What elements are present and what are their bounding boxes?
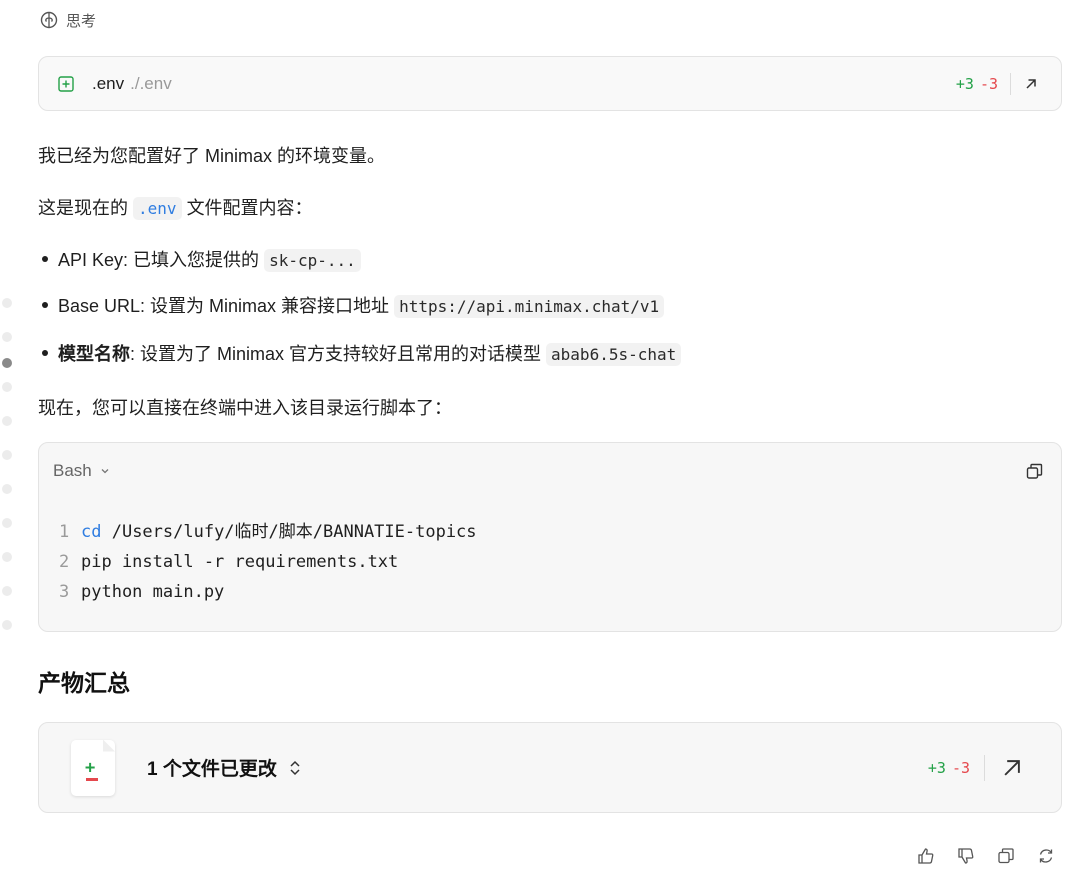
- files-changed-title[interactable]: 1 个文件已更改: [147, 754, 277, 781]
- thinking-label: 思考: [66, 12, 97, 30]
- message-actions: [916, 846, 1056, 866]
- plus-sign: +: [85, 757, 96, 778]
- section-heading: 产物汇总: [38, 670, 130, 696]
- thumbs-up-icon[interactable]: [916, 846, 936, 866]
- minus-bar: [86, 777, 98, 781]
- bullet-dot: [42, 256, 48, 263]
- language-selector[interactable]: Bash: [53, 461, 110, 481]
- intro-message: 我已经为您配置好了 Minimax 的环境变量。: [38, 146, 386, 166]
- bullet-text: : 已填入您提供的: [123, 250, 260, 270]
- lines-removed: -3: [979, 74, 998, 93]
- scroll-dot[interactable]: [2, 552, 12, 562]
- scroll-dot-active[interactable]: [2, 358, 12, 368]
- config-message: 这是现在的 .env 文件配置内容：: [38, 194, 313, 220]
- inline-code: abab6.5s-chat: [546, 343, 682, 366]
- copy-icon[interactable]: [1026, 463, 1043, 480]
- list-item: 模型名称: 设置为了 Minimax 官方支持较好且常用的对话模型 abab6.…: [42, 340, 682, 366]
- code-text: python main.py: [81, 582, 225, 602]
- scroll-dot[interactable]: [2, 416, 12, 426]
- bullet-text: : 设置为 Minimax 兼容接口地址: [140, 296, 390, 316]
- scroll-dot[interactable]: [2, 518, 12, 528]
- bullet-label: API Key: [58, 250, 124, 270]
- inline-code: https://api.minimax.chat/v1: [394, 295, 665, 318]
- bullet-dot: [42, 302, 48, 309]
- code-line: 1 cd /Users/lufy/临时/脚本/BANNATIE-topics: [59, 517, 477, 547]
- code-keyword: cd: [81, 522, 102, 542]
- lines-added: +3: [927, 758, 946, 777]
- chevron-up-down-icon[interactable]: [289, 759, 301, 777]
- inline-code: .env: [133, 197, 182, 220]
- bullet-dot: [42, 350, 48, 357]
- scroll-dot[interactable]: [2, 586, 12, 596]
- list-item: Base URL: 设置为 Minimax 兼容接口地址 https://api…: [42, 292, 665, 318]
- bullet-label: 模型名称: [58, 344, 130, 364]
- code-text: pip install -r requirements.txt: [81, 552, 399, 572]
- scroll-dot[interactable]: [2, 298, 12, 308]
- file-diff-icon: +: [71, 739, 115, 796]
- scroll-indicator[interactable]: [2, 298, 14, 654]
- inline-code: sk-cp-...: [264, 249, 361, 272]
- chat-page: 思考 .env ./.env +3 -3 我已经为您配置好了 Minimax 的…: [0, 0, 1080, 878]
- code-line: 3 python main.py: [59, 577, 477, 607]
- divider: [1010, 72, 1011, 95]
- page-fold: [103, 739, 115, 752]
- line-number: 1: [59, 522, 70, 542]
- bullet-label: Base URL: [58, 296, 141, 316]
- bullet-text: : 设置为了 Minimax 官方支持较好且常用的对话模型: [130, 344, 542, 364]
- config-suffix: 文件配置内容：: [186, 198, 313, 218]
- scroll-dot[interactable]: [2, 620, 12, 630]
- code-line: 2 pip install -r requirements.txt: [59, 547, 477, 577]
- line-number: 2: [59, 552, 70, 572]
- config-prefix: 这是现在的: [38, 198, 128, 218]
- chevron-down-icon: [101, 469, 109, 474]
- scroll-dot[interactable]: [2, 450, 12, 460]
- code-text: /Users/lufy/临时/脚本/BANNATIE-topics: [101, 522, 477, 542]
- list-item: API Key: 已填入您提供的 sk-cp-...: [42, 246, 361, 272]
- language-label: Bash: [53, 461, 92, 480]
- lines-added: +3: [955, 74, 974, 93]
- file-name[interactable]: .env: [92, 74, 124, 94]
- thumbs-down-icon[interactable]: [956, 846, 976, 866]
- plus-square-icon: [58, 75, 74, 92]
- lines-removed: -3: [951, 758, 970, 777]
- code-block: Bash 1 cd /Users/lufy/临时/脚本/BANNATIE-topi…: [38, 442, 1062, 632]
- run-instruction: 现在，您可以直接在终端中进入该目录运行脚本了：: [38, 398, 452, 418]
- thinking-toggle[interactable]: 思考: [40, 8, 96, 32]
- divider: [984, 754, 985, 781]
- arrow-up-right-icon[interactable]: [1001, 757, 1023, 779]
- scroll-dot[interactable]: [2, 484, 12, 494]
- scroll-dot[interactable]: [2, 332, 12, 342]
- artifact-summary-card[interactable]: + 1 个文件已更改 +3 -3: [38, 722, 1062, 813]
- file-change-card[interactable]: .env ./.env +3 -3: [38, 56, 1062, 111]
- code-lines[interactable]: 1 cd /Users/lufy/临时/脚本/BANNATIE-topics 2p…: [59, 517, 477, 607]
- copy-icon[interactable]: [996, 846, 1016, 866]
- refresh-icon[interactable]: [1036, 846, 1056, 866]
- scroll-dot[interactable]: [2, 382, 12, 392]
- arrow-up-right-icon[interactable]: [1023, 76, 1039, 92]
- brain-icon: [40, 11, 58, 29]
- file-path: ./.env: [130, 73, 172, 93]
- line-number: 3: [59, 582, 70, 602]
